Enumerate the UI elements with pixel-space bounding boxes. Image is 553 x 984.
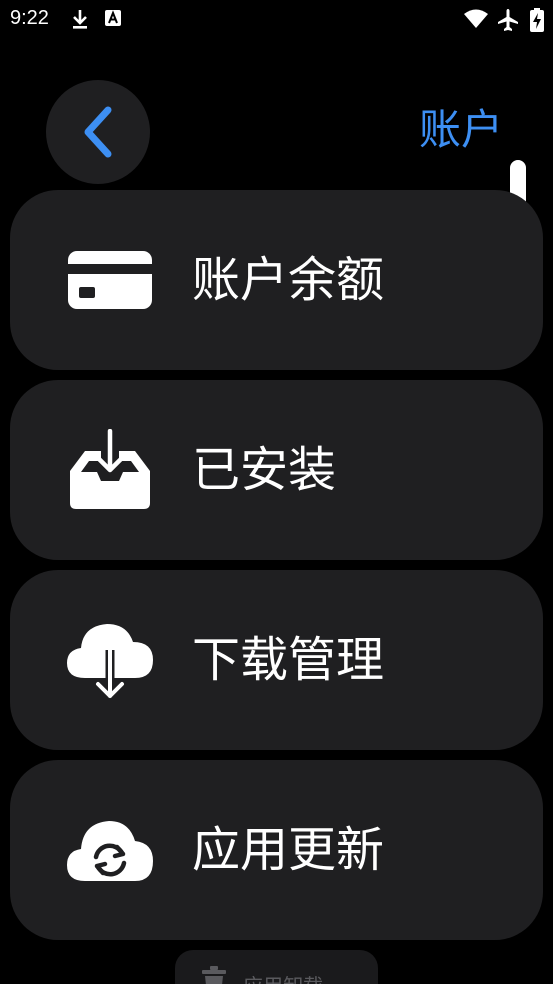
status-bar: 9:22 xyxy=(0,0,553,40)
download-icon xyxy=(73,10,87,29)
trash-icon xyxy=(202,966,226,984)
back-button[interactable] xyxy=(46,80,150,184)
card-icon xyxy=(64,234,156,326)
chevron-left-icon xyxy=(84,106,112,158)
uninstall-label: 应用卸载 xyxy=(243,970,323,984)
airplane-icon xyxy=(498,9,518,31)
menu-item-label: 已安装 xyxy=(192,442,337,498)
wifi-icon xyxy=(464,9,488,28)
inbox-download-icon xyxy=(64,424,156,516)
menu-item-account-balance[interactable]: 账户余额 xyxy=(10,190,543,370)
menu-item-installed[interactable]: 已安装 xyxy=(10,380,543,560)
a-badge-icon xyxy=(105,10,121,26)
status-time: 9:22 xyxy=(10,7,49,29)
cloud-sync-icon xyxy=(64,804,156,896)
cloud-download-icon xyxy=(64,614,156,706)
screen: 9:22 账户 账户余额 已安装 下载管理 应用更新 xyxy=(0,0,553,984)
battery-charging-icon xyxy=(530,8,544,32)
menu-item-app-updates[interactable]: 应用更新 xyxy=(10,760,543,940)
menu-item-label: 应用更新 xyxy=(192,822,385,878)
uninstall-button[interactable]: 应用卸载 xyxy=(175,950,378,984)
page-title: 账户 xyxy=(418,105,503,154)
menu-item-label: 账户余额 xyxy=(192,252,385,308)
menu-item-download-manager[interactable]: 下载管理 xyxy=(10,570,543,750)
menu-item-label: 下载管理 xyxy=(192,632,385,688)
